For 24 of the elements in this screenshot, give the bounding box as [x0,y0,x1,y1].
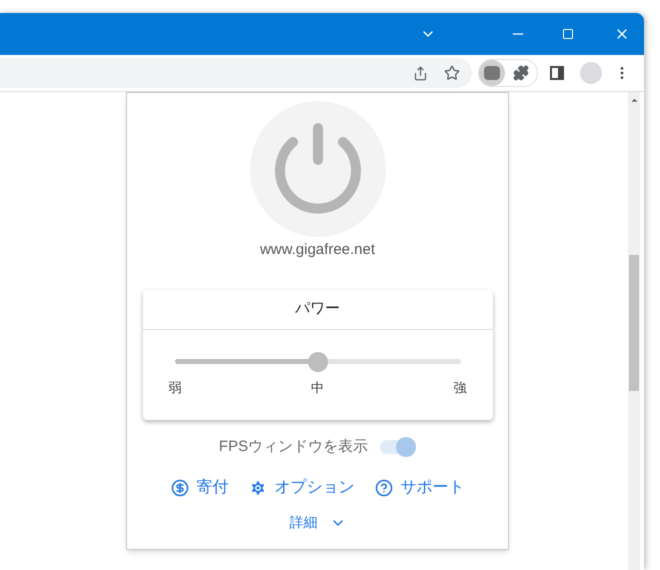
share-icon[interactable] [413,66,428,80]
slider-label: 強 [454,378,466,396]
extension-icon[interactable] [479,60,505,86]
fps-toggle[interactable] [380,436,416,457]
power-slider[interactable] [174,352,460,372]
details-toggle[interactable]: 詳細 [290,512,346,533]
website-text: www.gigafree.net [260,240,376,260]
help-icon [374,479,392,497]
slider-thumb[interactable] [308,352,328,372]
maximize-icon[interactable] [562,28,574,40]
scrollbar-thumb[interactable] [629,255,639,391]
card-title: パワー [295,298,340,319]
bookmark-star-icon[interactable] [444,65,460,81]
fps-label: FPSウィンドウを表示 [218,436,368,456]
popup-link[interactable]: 寄付 [170,476,228,500]
scrollbar[interactable] [628,92,640,570]
side-panel-icon[interactable] [550,66,564,80]
puzzle-icon[interactable] [513,65,529,81]
dollar-icon [170,479,188,497]
slider-label: 中 [311,378,324,396]
popup-link[interactable]: サポート [374,476,464,500]
slider-label: 弱 [168,378,182,396]
popup-link[interactable]: オプション [248,476,354,500]
scroll-up-icon[interactable] [630,96,638,105]
